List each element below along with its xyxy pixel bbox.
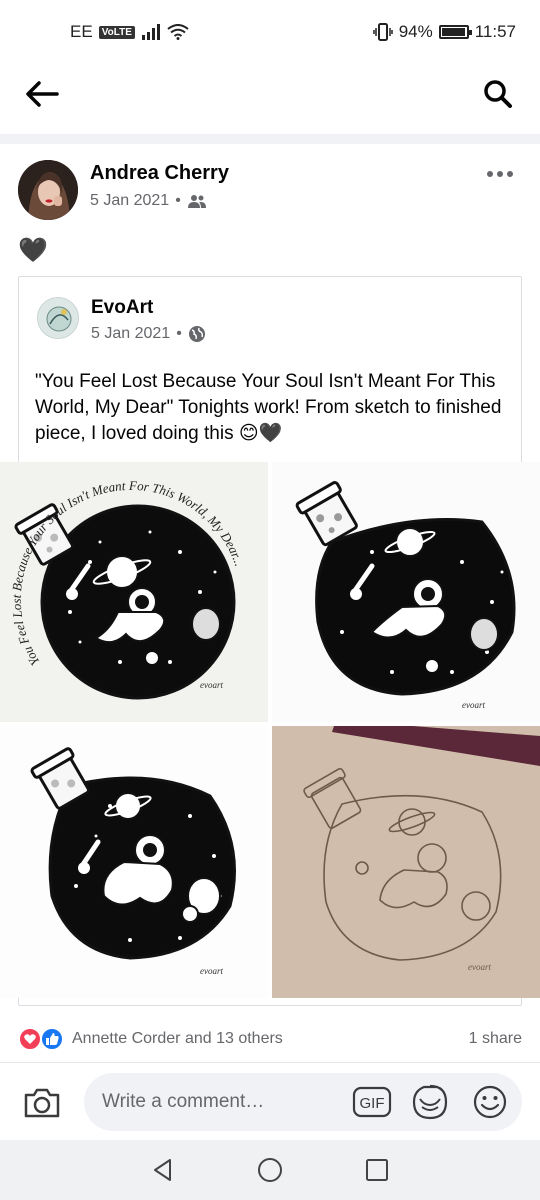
post-meta: 5 Jan 2021 •: [90, 192, 207, 210]
artwork-image: evoart: [272, 462, 540, 722]
system-nav-bar: [0, 1140, 540, 1200]
sticker-icon: [412, 1084, 448, 1120]
friends-icon: [187, 195, 206, 208]
artwork-image: evoart: [0, 726, 268, 998]
clock: 11:57: [474, 22, 516, 41]
post-header: Andrea Cherry 5 Jan 2021 •: [0, 150, 540, 230]
camera-icon: [24, 1088, 60, 1118]
gif-icon: GIF: [352, 1086, 392, 1118]
emoji-icon: [473, 1085, 507, 1119]
search-icon: [484, 80, 512, 108]
carrier-label: EE: [70, 22, 93, 41]
shared-post-text: "You Feel Lost Because Your Soul Isn't M…: [35, 371, 502, 444]
gallery-photo-3[interactable]: evoart: [0, 726, 268, 998]
camera-button[interactable]: [20, 1083, 64, 1123]
artist-signature: evoart: [462, 700, 485, 710]
section-divider: [0, 134, 540, 144]
page-avatar[interactable]: [37, 297, 79, 339]
circle-home-icon: [257, 1158, 282, 1182]
photo-gallery: You Feel Lost Because Your Soul Isn't Me…: [0, 462, 540, 998]
page-logo: [38, 298, 78, 338]
battery-fill: [441, 28, 465, 36]
reactions-bar: Annette Corder and 13 others 1 share: [0, 1016, 540, 1062]
like-reaction-icon: [40, 1027, 64, 1051]
post-body: 🖤: [18, 237, 48, 264]
globe-icon: [188, 326, 205, 342]
meta-separator: •: [175, 192, 181, 209]
comment-composer: GIF: [0, 1062, 540, 1140]
comment-box: GIF: [84, 1073, 522, 1131]
reaction-summary[interactable]: Annette Corder and 13 others: [72, 1030, 283, 1048]
post-date[interactable]: 5 Jan 2021: [90, 192, 169, 210]
artist-signature: evoart: [200, 680, 223, 690]
emoji-button[interactable]: [470, 1083, 510, 1121]
battery-percent: 94%: [398, 22, 433, 41]
signal-icon: [141, 24, 160, 40]
artwork-image: You Feel Lost Because Your Soul Isn't Me…: [0, 462, 268, 722]
share-count[interactable]: 1 share: [469, 1030, 522, 1048]
nav-recents-button[interactable]: [357, 1150, 397, 1190]
gallery-photo-1[interactable]: You Feel Lost Because Your Soul Isn't Me…: [0, 462, 268, 722]
status-bar-right: 94% 11:57: [372, 22, 516, 42]
artist-signature: evoart: [468, 962, 491, 972]
artwork-image: evoart: [272, 726, 540, 998]
vibrate-icon: [372, 23, 393, 41]
nav-home-button[interactable]: [250, 1150, 290, 1190]
gallery-photo-2[interactable]: evoart: [272, 462, 540, 722]
gallery-photo-4[interactable]: evoart: [272, 726, 540, 998]
dot: [507, 171, 513, 177]
nav-back-button[interactable]: [143, 1150, 183, 1190]
author-name[interactable]: Andrea Cherry: [90, 162, 229, 185]
gif-button[interactable]: GIF: [352, 1085, 392, 1119]
reaction-icons[interactable]: [18, 1026, 68, 1052]
shared-meta: 5 Jan 2021 •: [91, 325, 206, 343]
dot: [497, 171, 503, 177]
sticker-button[interactable]: [410, 1083, 450, 1121]
status-bar: EE VoLTE 94% 11:57: [0, 0, 540, 64]
triangle-back-icon: [154, 1159, 172, 1181]
comment-input[interactable]: [102, 1073, 342, 1131]
shared-date[interactable]: 5 Jan 2021: [91, 325, 170, 343]
page-name[interactable]: EvoArt: [91, 297, 153, 319]
artist-signature: evoart: [200, 966, 223, 976]
back-button[interactable]: [20, 74, 64, 114]
avatar[interactable]: [18, 160, 78, 220]
avatar-image: [18, 160, 78, 220]
back-arrow-icon: [26, 81, 59, 107]
search-button[interactable]: [476, 74, 520, 114]
wifi-icon: [167, 24, 189, 40]
gif-label: GIF: [360, 1095, 385, 1112]
battery-icon: [438, 25, 472, 39]
meta-separator: •: [176, 325, 182, 342]
status-bar-left: EE VoLTE: [70, 22, 189, 42]
volte-badge: VoLTE: [98, 25, 135, 39]
more-options-button[interactable]: [482, 164, 518, 184]
square-recents-icon: [365, 1159, 388, 1181]
top-bar: [0, 64, 540, 124]
dot: [487, 171, 493, 177]
love-reaction-icon: [18, 1027, 42, 1051]
